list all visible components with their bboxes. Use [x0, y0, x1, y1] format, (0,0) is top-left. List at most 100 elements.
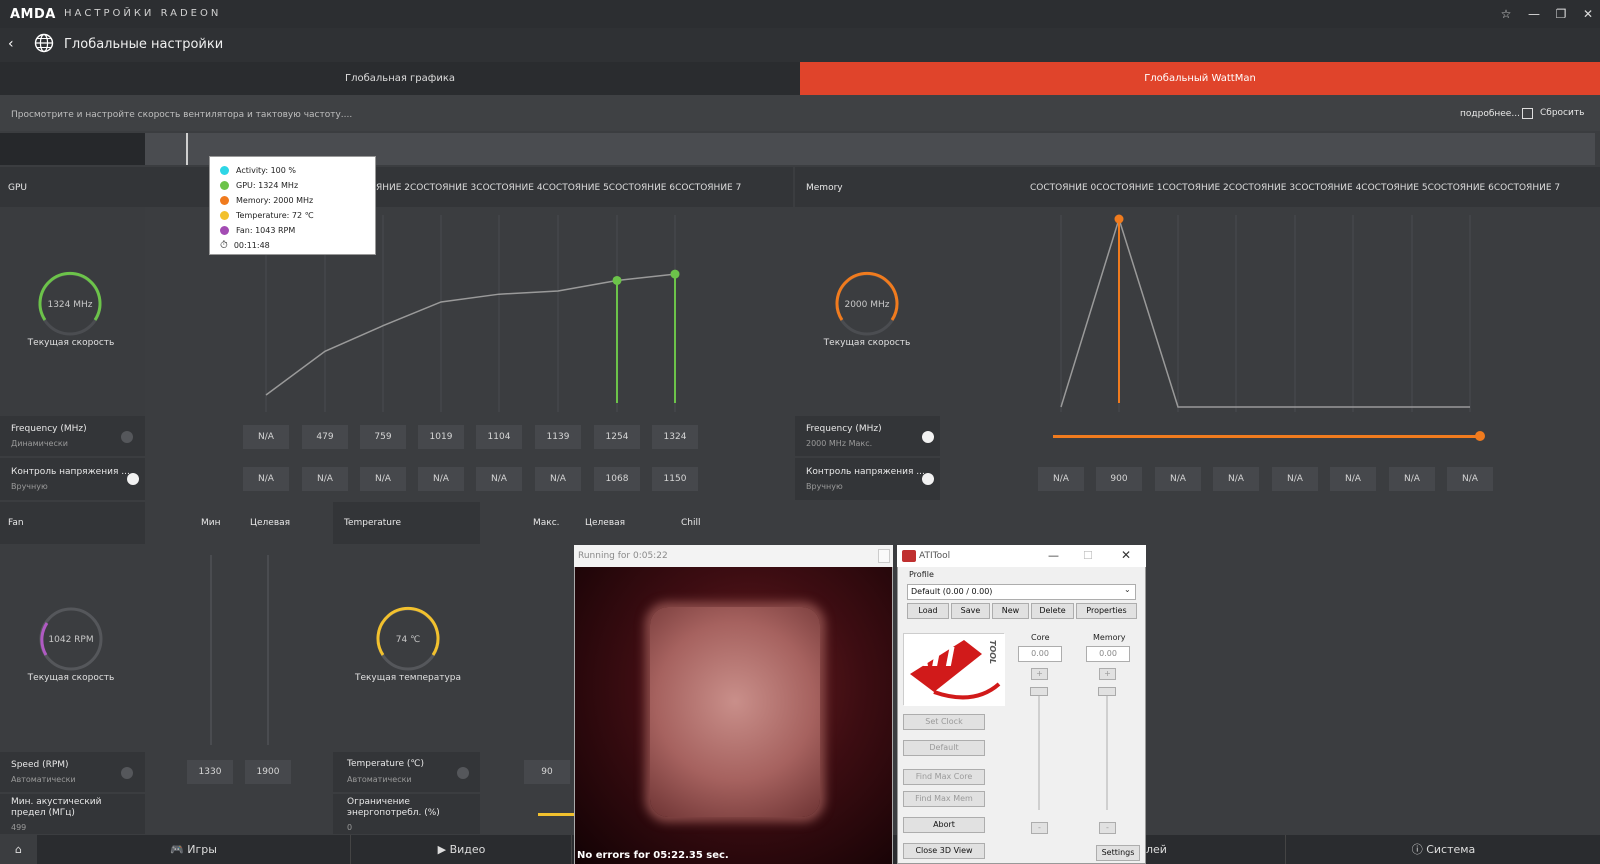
- memory-voltage-toggle[interactable]: [922, 473, 934, 485]
- memory-frequency-max: 2000 MHz Макс.: [806, 439, 873, 448]
- reset-button[interactable]: Сбросить: [1540, 108, 1584, 118]
- tooltip-text: GPU: 1324 MHz: [236, 181, 299, 190]
- find-max-core-button[interactable]: Find Max Core: [903, 769, 985, 785]
- find-max-mem-button[interactable]: Find Max Mem: [903, 791, 985, 807]
- memory-slider-track[interactable]: [1106, 690, 1108, 810]
- atitool-minimize-button[interactable]: —: [1048, 549, 1059, 562]
- profile-delete-button[interactable]: Delete: [1031, 603, 1074, 619]
- core-slider-track[interactable]: [1038, 690, 1040, 810]
- info-icon: ⓘ: [1411, 843, 1427, 856]
- core-increase-button[interactable]: +: [1031, 668, 1048, 680]
- more-link[interactable]: подробнее...: [1460, 109, 1520, 119]
- close-3d-view-button[interactable]: Close 3D View: [903, 843, 985, 859]
- gpu-frequency-state-6[interactable]: 1254: [594, 425, 640, 449]
- memory-slider-handle[interactable]: [1098, 687, 1116, 696]
- nav-system[interactable]: ⓘ Система: [1287, 835, 1600, 864]
- timeline-cursor[interactable]: [186, 133, 188, 165]
- temperature-label: Temperature (℃): [347, 759, 425, 769]
- home-button[interactable]: ⌂: [0, 835, 37, 864]
- memory-clock-input[interactable]: 0.00: [1086, 646, 1130, 662]
- minimize-button[interactable]: —: [1524, 5, 1544, 23]
- fan-acoustic-value: 499: [11, 823, 27, 832]
- tooltip-row: Activity: 100 %: [220, 163, 365, 178]
- gpu-voltage-toggle[interactable]: [127, 473, 139, 485]
- close-button[interactable]: ✕: [1578, 5, 1598, 23]
- gpu-voltage-state-6[interactable]: 1068: [594, 467, 640, 491]
- gpu-voltage-state-3[interactable]: N/A: [418, 467, 464, 491]
- nav-video[interactable]: ▶ Видео: [352, 835, 572, 864]
- power-limit-slider[interactable]: [538, 813, 574, 816]
- gpu-voltage-state-5[interactable]: N/A: [535, 467, 581, 491]
- stopwatch-icon: ⏱: [220, 240, 228, 251]
- memory-voltage-state-6[interactable]: N/A: [1389, 467, 1435, 491]
- gpu-frequency-state-3[interactable]: 1019: [418, 425, 464, 449]
- memory-frequency-slider-handle[interactable]: [1475, 431, 1485, 441]
- memory-increase-button[interactable]: +: [1099, 668, 1116, 680]
- profile-properties-button[interactable]: Properties: [1076, 603, 1137, 619]
- gpu-frequency-state-4[interactable]: 1104: [476, 425, 522, 449]
- abort-button[interactable]: Abort: [903, 817, 985, 833]
- settings-button[interactable]: Settings: [1096, 845, 1140, 861]
- gpu-frequency-toggle[interactable]: [121, 431, 133, 443]
- profile-save-button[interactable]: Save: [951, 603, 990, 619]
- temperature-toggle[interactable]: [457, 767, 469, 779]
- memory-voltage-state-7[interactable]: N/A: [1447, 467, 1493, 491]
- atitool-title-bar[interactable]: ATITool: [897, 545, 1146, 567]
- nav-games[interactable]: 🎮 Игры: [37, 835, 351, 864]
- tooltip-timer: 00:11:48: [233, 241, 270, 250]
- memory-voltage-state-0[interactable]: N/A: [1038, 467, 1084, 491]
- atitool-maximize-button[interactable]: ☐: [1083, 549, 1093, 562]
- fan-target-value[interactable]: 1900: [245, 760, 291, 784]
- profile-new-button[interactable]: New: [992, 603, 1029, 619]
- favorite-star-icon[interactable]: ☆: [1496, 5, 1516, 23]
- memory-decrease-button[interactable]: -: [1099, 822, 1116, 834]
- back-arrow-icon[interactable]: ‹: [8, 36, 14, 52]
- stress-test-window-button[interactable]: [878, 549, 890, 563]
- gpu-voltage-state-7[interactable]: 1150: [652, 467, 698, 491]
- core-slider-handle[interactable]: [1030, 687, 1048, 696]
- stress-test-title[interactable]: Running for 0:05:22: [574, 545, 893, 567]
- temperature-max-value[interactable]: 90: [524, 760, 570, 784]
- profile-select[interactable]: Default (0.00 / 0.00): [907, 584, 1136, 600]
- gpu-voltage-state-0[interactable]: N/A: [243, 467, 289, 491]
- set-clock-button[interactable]: Set Clock: [903, 714, 985, 730]
- memory-voltage-state-1[interactable]: 900: [1096, 467, 1142, 491]
- chevron-down-icon[interactable]: ⌄: [1124, 585, 1131, 594]
- restore-button[interactable]: ❐: [1551, 5, 1571, 23]
- home-icon: ⌂: [15, 843, 22, 856]
- memory-voltage-state-3[interactable]: N/A: [1213, 467, 1259, 491]
- tab-global-wattman[interactable]: Глобальный WattMan: [800, 62, 1600, 95]
- default-button[interactable]: Default: [903, 740, 985, 756]
- memory-section-title: Memory: [806, 183, 843, 193]
- profile-load-button[interactable]: Load: [907, 603, 949, 619]
- reset-icon[interactable]: [1522, 108, 1533, 119]
- gpu-frequency-state-5[interactable]: 1139: [535, 425, 581, 449]
- temperature-target-column: Целевая: [585, 518, 626, 528]
- gpu-frequency-label: Frequency (MHz): [11, 424, 87, 434]
- memory-frequency-slider-track[interactable]: [1053, 435, 1480, 438]
- gpu-frequency-state-7[interactable]: 1324: [652, 425, 698, 449]
- fan-target-slider[interactable]: [267, 555, 269, 745]
- fan-min-slider[interactable]: [210, 555, 212, 745]
- core-clock-input[interactable]: 0.00: [1018, 646, 1062, 662]
- gpu-voltage-state-2[interactable]: N/A: [360, 467, 406, 491]
- memory-voltage-state-2[interactable]: N/A: [1155, 467, 1201, 491]
- gpu-frequency-state-1[interactable]: 479: [302, 425, 348, 449]
- memory-frequency-chart[interactable]: [940, 207, 1600, 416]
- atitool-close-button[interactable]: ✕: [1121, 548, 1131, 562]
- tooltip-text: Activity: 100 %: [236, 166, 296, 175]
- gpu-frequency-state-0[interactable]: N/A: [243, 425, 289, 449]
- fan-min-value[interactable]: 1330: [187, 760, 233, 784]
- memory-voltage-state-4[interactable]: N/A: [1272, 467, 1318, 491]
- core-decrease-button[interactable]: -: [1031, 822, 1048, 834]
- gpu-voltage-row-label: [0, 458, 145, 500]
- gpu-voltage-state-1[interactable]: N/A: [302, 467, 348, 491]
- memory-frequency-toggle[interactable]: [922, 431, 934, 443]
- nav-partial[interactable]: лей: [1146, 835, 1286, 864]
- gpu-frequency-state-2[interactable]: 759: [360, 425, 406, 449]
- description-text: Просмотрите и настройте скорость вентиля…: [11, 110, 353, 120]
- tab-global-graphics[interactable]: Глобальная графика: [0, 62, 800, 95]
- fan-speed-toggle[interactable]: [121, 767, 133, 779]
- memory-voltage-state-5[interactable]: N/A: [1330, 467, 1376, 491]
- gpu-voltage-state-4[interactable]: N/A: [476, 467, 522, 491]
